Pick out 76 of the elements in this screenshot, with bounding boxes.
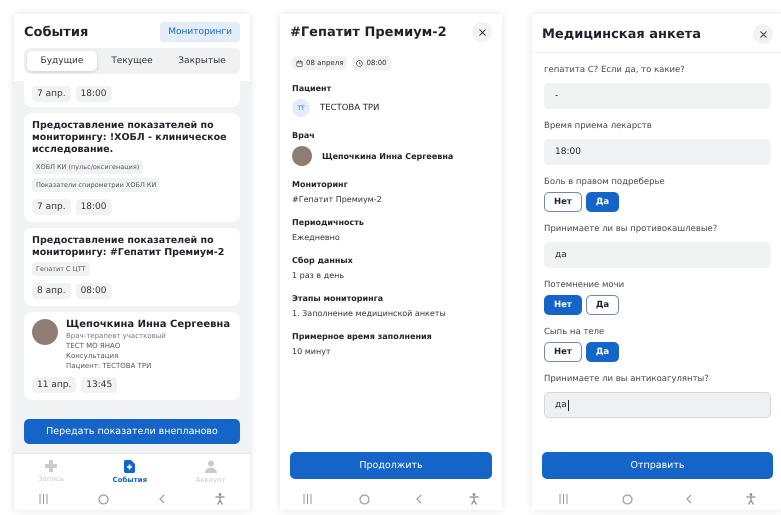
home-icon[interactable]	[358, 494, 370, 504]
dialog-title: Медицинская анкета	[542, 26, 701, 42]
option-button[interactable]: Нет	[544, 192, 582, 212]
doctor-name: Щепочкина Инна Сергеевна	[322, 152, 454, 160]
field-label: Периодичность	[292, 218, 365, 227]
field-value: 10 минут	[292, 347, 332, 356]
avatar	[32, 319, 58, 346]
accessibility-icon[interactable]	[468, 493, 479, 505]
accessibility-icon[interactable]	[746, 493, 756, 505]
recent-apps-icon[interactable]	[303, 494, 312, 504]
field-label: Этапы мониторинга	[292, 294, 384, 303]
input-field[interactable]: -	[544, 83, 771, 109]
question-label: Принимаете ли вы противокашлевые?	[544, 224, 718, 234]
date-chip: 7 апр.	[32, 86, 71, 102]
close-icon	[758, 28, 768, 40]
option-button[interactable]: Нет	[544, 342, 582, 362]
tab[interactable]: Закрытые	[167, 51, 237, 71]
continue-button[interactable]: Продолжить	[290, 452, 492, 479]
option-button[interactable]: Да	[586, 192, 620, 212]
event-title: Предоставление показателей по мониторингу: #Гепатит Премиум-2	[32, 234, 226, 258]
event-card[interactable]: 7 апр. 18:00	[24, 81, 240, 107]
field-label: Врач	[292, 131, 316, 140]
question-label: Потемнение мочи	[544, 280, 626, 290]
time-chip: 18:00	[76, 86, 112, 102]
close-button[interactable]	[472, 22, 492, 42]
avatar	[292, 146, 312, 166]
input-field[interactable]: 18:00	[544, 139, 771, 165]
send-button[interactable]: Отправить	[542, 452, 773, 479]
field-label: Пациент	[292, 84, 332, 93]
question-label: Боль в правом подреберье	[544, 177, 666, 187]
field-label: Примерное время заполнения	[292, 332, 433, 341]
option-button[interactable]: Да	[586, 342, 620, 362]
tab[interactable]: Будущие	[27, 51, 97, 71]
date-chip: 8 апр.	[32, 283, 71, 300]
back-icon[interactable]	[159, 494, 165, 504]
accessibility-icon[interactable]	[215, 493, 225, 505]
option-button[interactable]: Нет	[544, 295, 582, 315]
option-button[interactable]: Да	[586, 295, 620, 315]
clock-icon	[356, 60, 364, 66]
home-icon[interactable]	[622, 494, 633, 504]
dialog-title: #Гепатит Премиум-2	[290, 24, 447, 40]
field-value: #Гепатит Премиум-2	[292, 195, 383, 204]
plus-icon	[45, 460, 58, 472]
close-icon	[476, 26, 488, 38]
recent-apps-icon[interactable]	[39, 494, 48, 504]
home-icon[interactable]	[98, 494, 109, 504]
field-value: 1 раз в день	[292, 271, 346, 280]
event-title: Предоставление показателей по мониторингу: !ХОБЛ - клиническое исследование.	[32, 120, 228, 156]
back-icon[interactable]	[686, 494, 692, 504]
question-label: Сыпь на теле	[544, 327, 606, 337]
question-label: Принимаете ли вы антикоагулянты?	[544, 374, 710, 384]
person-icon	[204, 460, 217, 473]
time-chip: 13:45	[81, 377, 118, 394]
patient-name: ТЕСТОВА ТРИ	[320, 103, 380, 113]
back-icon[interactable]	[416, 494, 422, 504]
date-chip: 7 апр.	[32, 198, 71, 215]
question-label: гепатита С? Если да, то какие?	[544, 65, 686, 75]
field-value: Ежедневно	[292, 233, 341, 242]
calendar-icon	[296, 60, 303, 66]
monitoring-button[interactable]: Мониторинги	[160, 22, 240, 42]
field-label: Сбор данных	[292, 256, 354, 265]
recent-apps-icon[interactable]	[558, 494, 568, 504]
date-chip: 11 апр.	[32, 377, 76, 394]
document-plus-icon	[124, 460, 136, 473]
input-field[interactable]: да	[544, 242, 771, 268]
question-label: Время приема лекарств	[544, 121, 653, 131]
time-chip: 18:00	[76, 198, 112, 215]
doctor-name: Щепочкина Инна Сергеевна	[66, 319, 230, 330]
screen-title: События	[24, 24, 88, 40]
input-field[interactable]: да	[544, 392, 771, 418]
field-value: 1. Заполнение медицинской анкеты	[292, 309, 447, 318]
tab[interactable]: Текущее	[97, 51, 167, 71]
field-label: Мониторинг	[292, 180, 349, 189]
submit-readings-button[interactable]: Передать показатели внепланово	[24, 419, 240, 444]
close-button[interactable]	[753, 24, 773, 44]
time-chip: 08:00	[76, 283, 112, 300]
